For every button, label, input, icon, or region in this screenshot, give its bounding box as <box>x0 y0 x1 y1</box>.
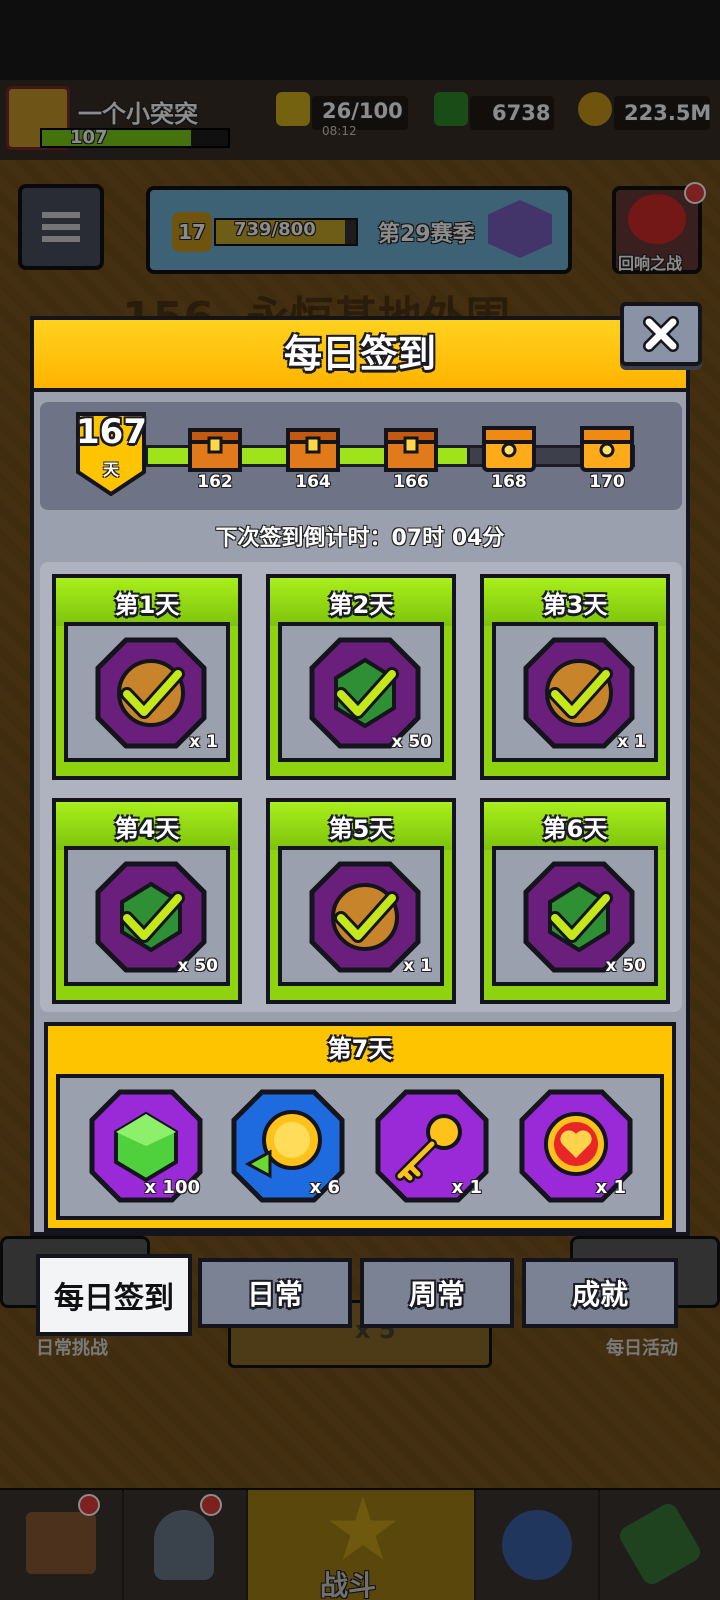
day7-reward-gem[interactable]: x 100 <box>88 1088 204 1204</box>
tab-label: 周常 <box>408 1278 465 1311</box>
tab-achievements[interactable]: 成就 <box>522 1258 678 1328</box>
streak-unit: 天 <box>102 460 119 479</box>
day-label: 第2天 <box>270 578 452 626</box>
reward-qty: x 1 <box>189 732 218 752</box>
milestone-label: 170 <box>589 472 625 492</box>
reward-qty: x 1 <box>617 732 646 752</box>
close-icon <box>643 316 679 352</box>
chest-168-icon[interactable] <box>482 420 536 474</box>
reward-qty: x 50 <box>177 956 218 976</box>
milestone-label: 162 <box>197 472 233 492</box>
reward-qty: x 100 <box>144 1177 200 1198</box>
tab-label: 每日签到 <box>54 1281 174 1316</box>
day7-reward-coin[interactable]: x 6 <box>230 1088 346 1204</box>
reward-qty: x 6 <box>309 1177 340 1198</box>
close-button[interactable] <box>620 302 702 366</box>
checkin-countdown: 下次签到倒计时：07时 04分 <box>215 526 505 551</box>
day-card-1[interactable]: 第1天 x 1 <box>52 574 242 780</box>
milestone-label: 168 <box>491 472 527 492</box>
tab-label: 日常 <box>246 1278 303 1311</box>
day-card-4[interactable]: 第4天 x 50 <box>52 798 242 1004</box>
day-card-6[interactable]: 第6天 x 50 <box>480 798 670 1004</box>
chest-164-icon[interactable] <box>286 420 340 474</box>
day-label: 第1天 <box>56 578 238 626</box>
chest-170-icon[interactable] <box>580 420 634 474</box>
tab-weekly[interactable]: 周常 <box>360 1258 514 1328</box>
chest-162-icon[interactable] <box>188 420 242 474</box>
reward-qty: x 1 <box>403 956 432 976</box>
day7-reward-key[interactable]: x 1 <box>374 1088 490 1204</box>
day-label: 第5天 <box>270 802 452 850</box>
day7-reward-heart[interactable]: x 1 <box>518 1088 634 1204</box>
streak-days: 167 <box>76 412 147 452</box>
reward-qty: x 50 <box>605 956 646 976</box>
chest-166-icon[interactable] <box>384 420 438 474</box>
reward-qty: x 1 <box>451 1177 482 1198</box>
tab-label: 成就 <box>571 1278 628 1311</box>
day-label: 第6天 <box>484 802 666 850</box>
milestone-label: 164 <box>295 472 331 492</box>
reward-qty: x 50 <box>391 732 432 752</box>
reward-qty: x 1 <box>595 1177 626 1198</box>
day-label: 第4天 <box>56 802 238 850</box>
milestone-label: 166 <box>393 472 429 492</box>
day-card-2[interactable]: 第2天 x 50 <box>266 574 456 780</box>
tab-daily-checkin[interactable]: 每日签到 <box>36 1254 192 1336</box>
checkin-title: 每日签到 <box>283 332 436 376</box>
day-card-5[interactable]: 第5天 x 1 <box>266 798 456 1004</box>
checkin-header: 每日签到 <box>30 316 690 392</box>
day-label: 第3天 <box>484 578 666 626</box>
day7-label: 第7天 <box>327 1034 393 1063</box>
streak-badge: 167 天 <box>76 412 147 497</box>
day-card-3[interactable]: 第3天 x 1 <box>480 574 670 780</box>
tab-daily[interactable]: 日常 <box>198 1258 352 1328</box>
